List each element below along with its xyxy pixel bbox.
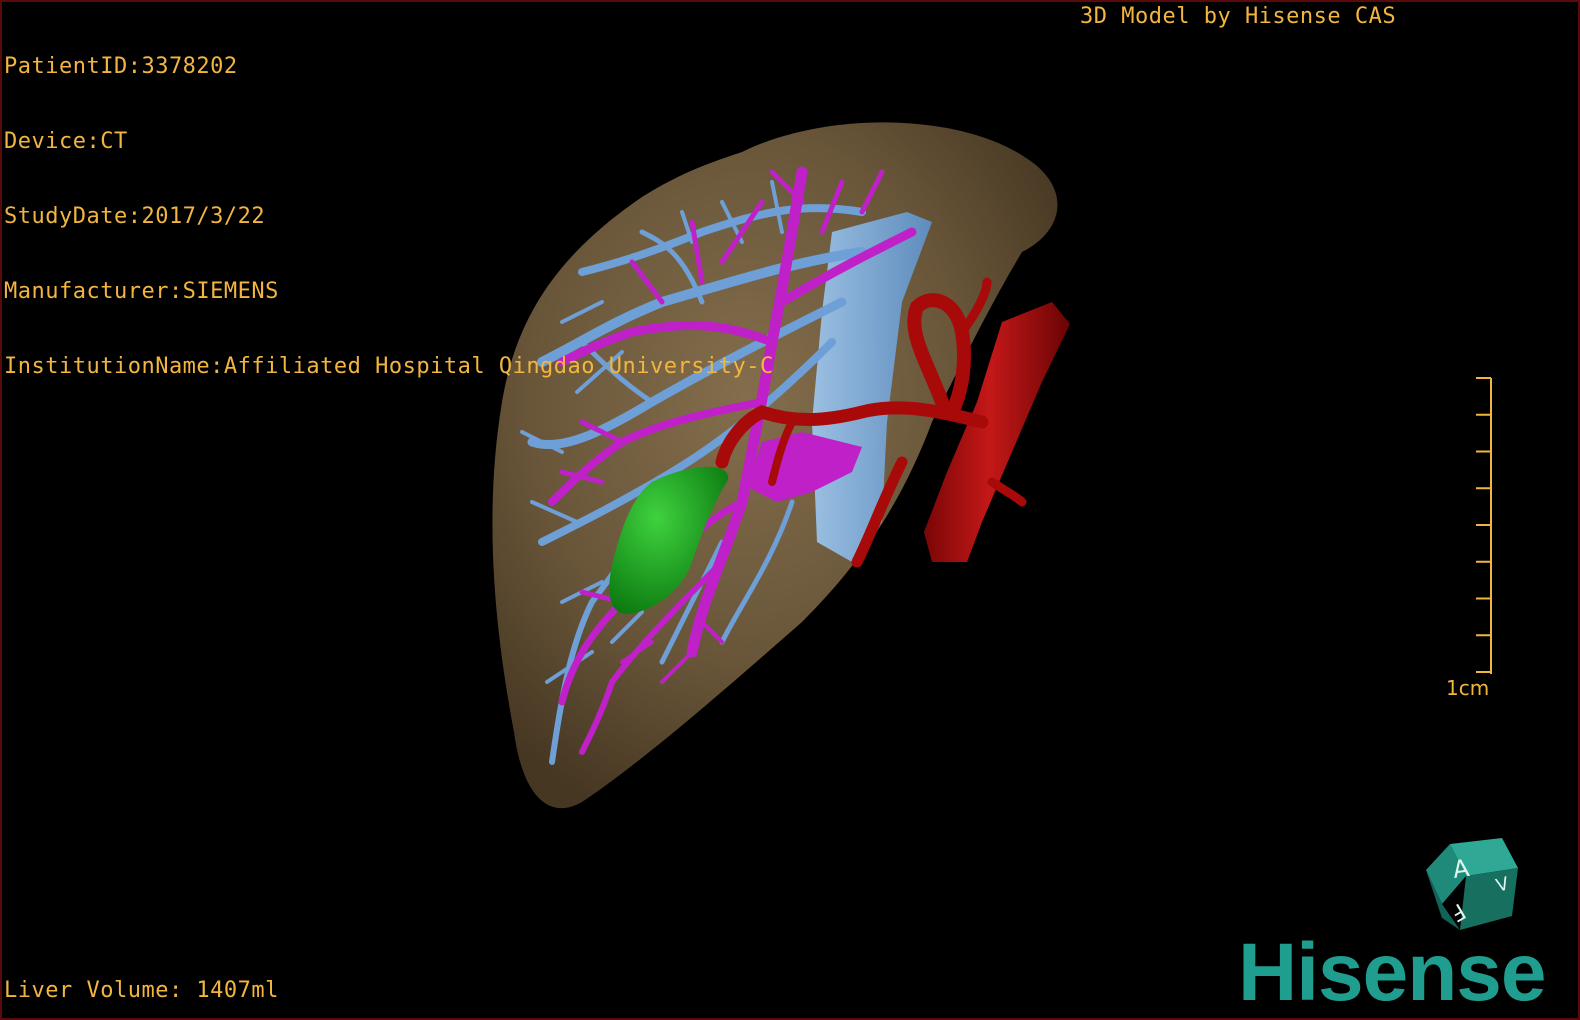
hisense-logo: Hisense <box>1238 927 1547 1018</box>
scale-bar-ticks <box>1476 377 1491 673</box>
scale-bar <box>1476 377 1492 674</box>
study-date: StudyDate:2017/3/22 <box>4 204 266 229</box>
patient-id: PatientID:3378202 <box>4 54 238 79</box>
study-info-overlay: PatientID:3378202 Device:CT StudyDate:20… <box>4 4 774 429</box>
orientation-cube[interactable]: A V F <box>1420 834 1524 938</box>
3d-viewport[interactable]: PatientID:3378202 Device:CT StudyDate:20… <box>0 0 1580 1020</box>
scale-label: 1cm <box>1446 676 1490 700</box>
device: Device:CT <box>4 129 128 154</box>
liver-volume: Liver Volume: 1407ml <box>4 978 279 1003</box>
manufacturer: Manufacturer:SIEMENS <box>4 279 279 304</box>
institution-name: InstitutionName:Affiliated Hospital Qing… <box>4 354 774 379</box>
model-credit: 3D Model by Hisense CAS <box>1080 4 1397 29</box>
